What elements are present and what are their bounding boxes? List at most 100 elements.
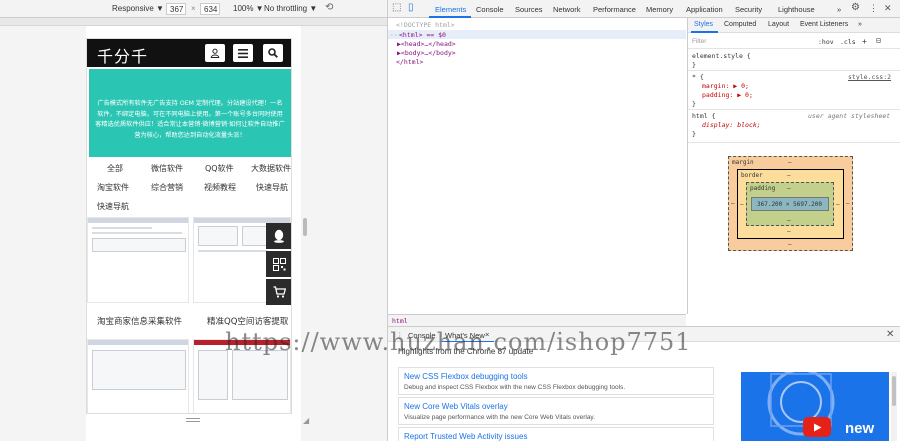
tab-lighthouse[interactable]: Lighthouse <box>778 5 815 14</box>
class-toggle[interactable]: .cls <box>840 38 856 46</box>
close-drawer-icon[interactable]: ✕ <box>886 329 894 340</box>
subtab-styles[interactable]: Styles <box>694 21 713 28</box>
tab-performance[interactable]: Performance <box>593 5 636 14</box>
close-devtools-icon[interactable]: ✕ <box>884 3 892 14</box>
tab-memory[interactable]: Memory <box>646 5 673 14</box>
subtab-event-listeners[interactable]: Event Listeners <box>800 21 848 28</box>
dom-breadcrumb: html <box>388 314 686 326</box>
qr-code-icon[interactable] <box>266 251 291 277</box>
site-header: 千分千 <box>87 39 291 67</box>
html-node[interactable]: <html> == $0 <box>399 31 446 39</box>
category-qq[interactable]: QQ软件 <box>205 163 234 174</box>
tab-network[interactable]: Network <box>553 5 581 14</box>
device-toggle-icon[interactable]: ▯ <box>408 2 414 13</box>
whats-new-video-thumbnail[interactable]: new <box>741 372 889 441</box>
drawer-scrollbar[interactable] <box>891 372 897 441</box>
margin-declaration[interactable]: margin: ▶ 0; <box>702 82 749 90</box>
user-icon[interactable] <box>205 44 225 62</box>
box-model-border[interactable]: border – – – – padding – – 367.200 × 569… <box>737 169 844 239</box>
styles-subtabs: Styles Computed Layout Event Listeners » <box>688 18 900 33</box>
whats-new-item-desc: Debug and inspect CSS Flexbox with the n… <box>404 384 626 391</box>
html-close-node: </html> <box>396 58 424 66</box>
product-title[interactable]: 精准QQ空间访客提取 <box>207 315 288 327</box>
kebab-menu-icon[interactable]: ⋮ <box>869 3 878 14</box>
breadcrumb-html[interactable]: html <box>392 317 408 325</box>
content-size: 367.200 × 5697.200 <box>757 201 823 208</box>
product-thumbnail[interactable] <box>87 217 189 303</box>
padding-declaration[interactable]: padding: ▶ 0; <box>702 91 753 99</box>
rule-close-brace: } <box>692 61 696 69</box>
category-all[interactable]: 全部 <box>107 163 123 174</box>
subtab-computed[interactable]: Computed <box>724 21 756 28</box>
tab-application[interactable]: Application <box>686 5 723 14</box>
hover-state-toggle[interactable]: :hov <box>818 38 834 46</box>
tab-security[interactable]: Security <box>735 5 762 14</box>
product-title[interactable]: 淘宝商家信息采集软件 <box>97 315 182 327</box>
device-select[interactable]: Responsive ▼ <box>112 4 164 13</box>
youtube-play-icon[interactable] <box>803 417 831 437</box>
active-subtab-indicator <box>691 31 718 33</box>
tab-console[interactable]: Console <box>476 5 504 14</box>
rotate-icon[interactable]: ⟲ <box>325 2 333 13</box>
padding-label: padding <box>750 185 776 192</box>
subtab-more[interactable]: » <box>858 21 862 28</box>
resize-corner-icon[interactable]: ◢ <box>303 416 309 425</box>
head-node[interactable]: ▶<head>…</head> <box>397 40 456 48</box>
banner-text: 广告模式所有软件无广告支持 OEM 定制代理。分站建设代理！一名 软件，不绑定电… <box>95 100 285 139</box>
device-toolbar: Responsive ▼ 367 × 634 100% ▼ No throttl… <box>0 0 387 18</box>
style-source-link[interactable]: style.css:2 <box>848 73 891 81</box>
category-quicknav[interactable]: 快速导航 <box>256 182 288 193</box>
element-style-selector[interactable]: element.style { <box>692 52 751 60</box>
box-model-padding[interactable]: padding – – 367.200 × 5697.200 <box>746 182 834 226</box>
media-query-ruler <box>0 18 387 26</box>
styles-panel: Styles Computed Layout Event Listeners »… <box>687 18 900 314</box>
scrollbar-thumb[interactable] <box>892 376 896 406</box>
border-label: border <box>741 172 763 179</box>
resize-handle-right[interactable] <box>303 218 307 236</box>
category-marketing[interactable]: 综合营销 <box>151 182 183 193</box>
doctype-node[interactable]: <!DOCTYPE html> <box>396 21 455 29</box>
width-input[interactable]: 367 <box>166 3 186 15</box>
box-model-margin[interactable]: margin – – – – border – – – – padding – … <box>728 156 853 251</box>
zoom-select[interactable]: 100% ▼ <box>233 4 264 13</box>
html-selector[interactable]: html { <box>692 112 715 120</box>
whats-new-panel: Highlights from the Chrome 87 update New… <box>388 342 900 441</box>
body-node[interactable]: ▶<body>…</body> <box>397 49 456 57</box>
category-bigdata[interactable]: 大数据软件 <box>251 163 291 174</box>
box-model-content[interactable]: 367.200 × 5697.200 <box>751 197 829 211</box>
resize-handle-bottom[interactable] <box>186 418 200 422</box>
qq-contact-icon[interactable] <box>266 223 291 249</box>
height-input[interactable]: 634 <box>200 3 220 15</box>
tab-sources[interactable]: Sources <box>515 5 543 14</box>
subtab-layout[interactable]: Layout <box>768 21 789 28</box>
whats-new-item-title[interactable]: Report Trusted Web Activity issues <box>404 432 527 441</box>
cart-icon[interactable] <box>266 279 291 305</box>
new-rule-icon[interactable]: + <box>862 37 867 46</box>
hero-banner[interactable]: 广告模式所有软件无广告支持 OEM 定制代理。分站建设代理！一名 软件，不绑定电… <box>89 69 291 157</box>
whats-new-item-title[interactable]: New Core Web Vitals overlay <box>404 402 508 411</box>
toggle-sidebar-icon[interactable]: ⊟ <box>876 36 881 45</box>
menu-icon[interactable] <box>233 44 253 62</box>
whats-new-item[interactable]: New CSS Flexbox debugging tools Debug an… <box>398 367 714 395</box>
whats-new-item-desc: Visualize page performance with the new … <box>404 414 596 421</box>
watermark-url: https://www.huzhan.com/ishop7751 <box>225 328 692 356</box>
category-video[interactable]: 视频教程 <box>204 182 236 193</box>
category-quicknav-2[interactable]: 快速导航 <box>97 201 129 212</box>
tab-elements[interactable]: Elements <box>435 5 466 14</box>
site-logo[interactable]: 千分千 <box>97 43 148 67</box>
whats-new-item-title[interactable]: New CSS Flexbox debugging tools <box>404 372 528 381</box>
inspect-element-icon[interactable]: ⬚ <box>392 2 401 13</box>
category-taobao[interactable]: 淘宝软件 <box>97 182 129 193</box>
category-wechat[interactable]: 微信软件 <box>151 163 183 174</box>
rule-close-brace: } <box>692 100 696 108</box>
styles-filter-input[interactable]: Filter <box>692 38 706 45</box>
throttle-select[interactable]: No throttling ▼ <box>264 4 317 13</box>
whats-new-item[interactable]: New Core Web Vitals overlay Visualize pa… <box>398 397 714 425</box>
universal-selector[interactable]: * { <box>692 73 704 81</box>
settings-gear-icon[interactable]: ⚙ <box>851 2 860 13</box>
viewport-gutter-right <box>301 26 387 441</box>
whats-new-item[interactable]: Report Trusted Web Activity issues <box>398 427 714 441</box>
more-tabs-icon[interactable]: » <box>837 5 841 14</box>
search-icon[interactable] <box>263 44 283 62</box>
product-thumbnail[interactable] <box>87 339 189 413</box>
